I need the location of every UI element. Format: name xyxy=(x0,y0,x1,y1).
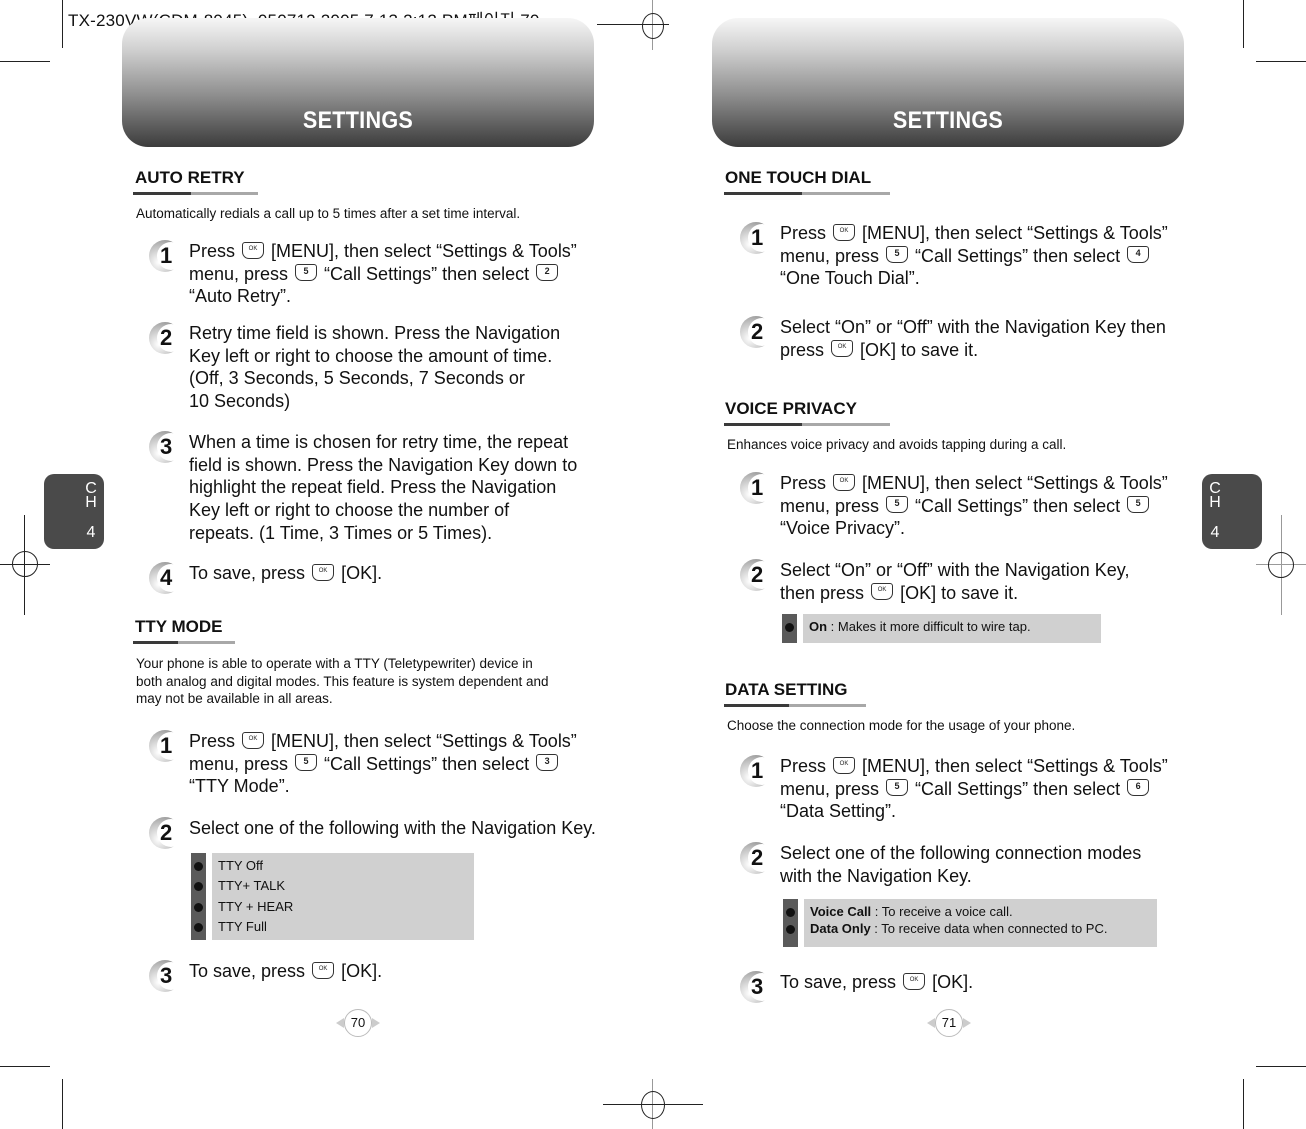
step-number-badge: 1 xyxy=(149,730,185,764)
step-text: Select one of the following connection m… xyxy=(780,843,1142,886)
step-text: Select one of the following with the Nav… xyxy=(189,818,596,838)
ok-key-icon: OK xyxy=(242,731,265,749)
step-text: Press OK [MENU], then select “Settings &… xyxy=(189,731,577,797)
crop-mark xyxy=(0,61,50,62)
step-text: To save, press OK [OK]. xyxy=(189,563,383,583)
ok-key-icon: OK xyxy=(903,972,926,990)
ok-key-icon: OK xyxy=(831,340,854,358)
crop-mark xyxy=(0,1066,50,1067)
step-text: To save, press OK [OK]. xyxy=(189,961,383,981)
chapter-letters: CH xyxy=(1209,480,1221,511)
ok-key-icon: OK xyxy=(833,223,856,241)
crop-mark xyxy=(1256,61,1306,62)
step-number-badge: 3 xyxy=(149,960,185,994)
chapter-letters: CH xyxy=(85,480,97,511)
right-banner-title: SETTINGS xyxy=(892,107,1004,134)
left-banner-title: SETTINGS xyxy=(302,107,414,134)
step-text: Press OK [MENU], then select “Settings &… xyxy=(780,223,1168,289)
section-rule xyxy=(133,192,258,195)
key-5-icon: 5 xyxy=(886,779,909,797)
step-number-badge: 1 xyxy=(740,472,776,506)
right-page-banner: SETTINGS xyxy=(712,18,1184,147)
step-text: Select “On” or “Off” with the Navigation… xyxy=(780,560,1130,603)
section-description: Automatically redials a call up to 5 tim… xyxy=(136,206,521,221)
bullet-icon xyxy=(194,882,203,891)
step-text: Press OK [MENU], then select “Settings &… xyxy=(780,756,1168,822)
ok-key-icon: OK xyxy=(833,756,856,774)
step-number-badge: 2 xyxy=(149,817,185,851)
section-title-data-setting: DATA SETTING xyxy=(725,680,848,699)
page-arrow-left-icon xyxy=(336,1018,344,1028)
bullet-icon xyxy=(194,862,203,871)
section-description: Choose the connection mode for the usage… xyxy=(727,718,1076,733)
page-arrow-right-icon xyxy=(963,1018,971,1028)
ok-key-icon: OK xyxy=(312,563,335,581)
step-number-badge: 3 xyxy=(740,971,776,1005)
key-5-icon: 5 xyxy=(1127,496,1150,514)
step-number-badge: 1 xyxy=(149,240,185,274)
step-number-badge: 1 xyxy=(740,755,776,789)
step-number-badge: 2 xyxy=(740,559,776,593)
bullet-icon xyxy=(785,623,794,632)
step-number-badge: 3 xyxy=(149,431,185,465)
page-number: 71 xyxy=(935,1009,963,1037)
crop-mark xyxy=(1243,1079,1244,1129)
section-description: Enhances voice privacy and avoids tappin… xyxy=(727,437,1067,452)
chapter-number: 4 xyxy=(86,524,96,541)
section-title-tty-mode: TTY MODE xyxy=(135,617,223,636)
key-2-icon: 2 xyxy=(536,264,559,282)
page-arrow-left-icon xyxy=(927,1018,935,1028)
data-setting-options-box: Voice Call : To receive a voice call. Da… xyxy=(783,899,1157,947)
section-rule xyxy=(724,423,890,426)
bullet-icon xyxy=(786,925,795,934)
bullet-icon xyxy=(194,903,203,912)
bullet-icon xyxy=(786,908,795,917)
ok-key-icon: OK xyxy=(833,473,856,491)
section-title-one-touch-dial: ONE TOUCH DIAL xyxy=(725,168,872,187)
section-rule xyxy=(724,704,866,707)
ok-key-icon: OK xyxy=(871,583,894,601)
section-title-auto-retry: AUTO RETRY xyxy=(135,168,245,187)
ok-key-icon: OK xyxy=(312,961,335,979)
key-5-icon: 5 xyxy=(886,496,909,514)
key-5-icon: 5 xyxy=(295,264,318,282)
right-chapter-tab: CH 4 xyxy=(1202,474,1262,549)
step-text: Select “On” or “Off” with the Navigation… xyxy=(780,317,1166,360)
crop-mark xyxy=(62,0,63,48)
crop-mark xyxy=(1256,1066,1306,1067)
step-text: Retry time field is shown. Press the Nav… xyxy=(189,323,561,412)
page-arrow-right-icon xyxy=(372,1018,380,1028)
key-5-icon: 5 xyxy=(295,754,318,772)
step-number-badge: 2 xyxy=(740,842,776,876)
step-text: To save, press OK [OK]. xyxy=(780,972,974,992)
key-6-icon: 6 xyxy=(1127,779,1150,797)
page-number: 70 xyxy=(344,1009,372,1037)
step-text: Press OK [MENU], then select “Settings &… xyxy=(780,473,1168,539)
step-number-badge: 2 xyxy=(149,322,185,356)
crop-mark xyxy=(62,1079,63,1129)
key-3-icon: 3 xyxy=(536,754,559,772)
step-number-badge: 1 xyxy=(740,222,776,256)
section-description: Your phone is able to operate with a TTY… xyxy=(136,656,549,706)
crop-mark xyxy=(1243,0,1244,48)
voice-privacy-options-box: On : Makes it more difficult to wire tap… xyxy=(782,614,1101,643)
key-5-icon: 5 xyxy=(886,246,909,264)
ok-key-icon: OK xyxy=(242,241,265,259)
section-rule xyxy=(724,192,890,195)
step-text: When a time is chosen for retry time, th… xyxy=(189,432,578,543)
chapter-number: 4 xyxy=(1210,524,1220,541)
key-4-icon: 4 xyxy=(1127,246,1150,264)
section-rule xyxy=(133,641,235,644)
left-chapter-tab: CH 4 xyxy=(44,474,104,549)
step-number-badge: 2 xyxy=(740,316,776,350)
bullet-icon xyxy=(194,923,203,932)
section-title-voice-privacy: VOICE PRIVACY xyxy=(725,399,857,418)
tty-options-box: TTY Off TTY+ TALK TTY + HEAR TTY Full xyxy=(191,853,474,940)
step-text: Press OK [MENU], then select “Settings &… xyxy=(189,241,577,307)
step-number-badge: 4 xyxy=(149,562,185,596)
left-page-banner: SETTINGS xyxy=(122,18,594,147)
